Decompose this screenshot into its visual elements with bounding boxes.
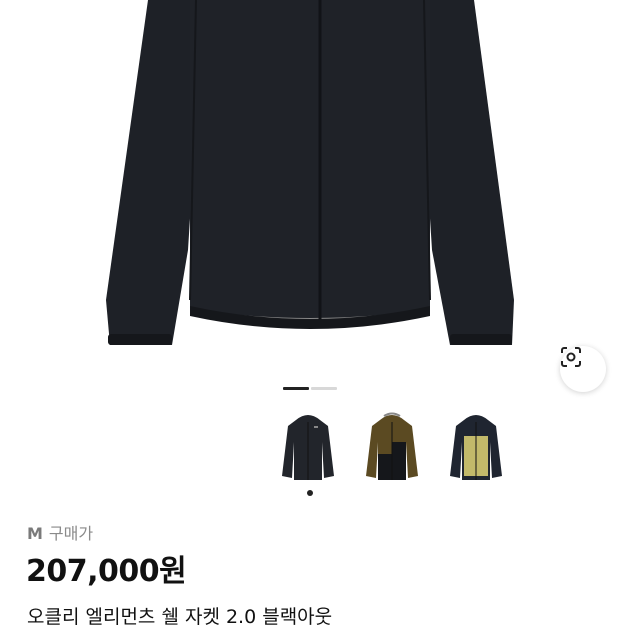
price-label: M 구매가 (27, 520, 93, 544)
color-thumbnail-olive-navy[interactable] (446, 412, 506, 484)
pagination-dot[interactable] (311, 387, 337, 390)
color-option-thumbnails (278, 412, 506, 484)
product-image-gallery[interactable] (0, 0, 620, 400)
product-name: 오클리 엘리먼츠 쉘 자켓 2.0 블랙아웃 (27, 606, 333, 628)
gallery-pagination (283, 387, 337, 390)
selected-thumbnail-indicator (307, 490, 313, 496)
product-price: 207,000원 (26, 554, 187, 589)
pagination-dot[interactable] (283, 387, 309, 390)
product-main-image (106, 0, 514, 345)
visual-search-button[interactable] (560, 346, 606, 392)
color-thumbnail-brown-black[interactable] (362, 412, 422, 484)
size-label: M (27, 524, 43, 543)
price-label-text: 구매가 (48, 524, 94, 543)
color-thumbnail-black[interactable] (278, 412, 338, 484)
